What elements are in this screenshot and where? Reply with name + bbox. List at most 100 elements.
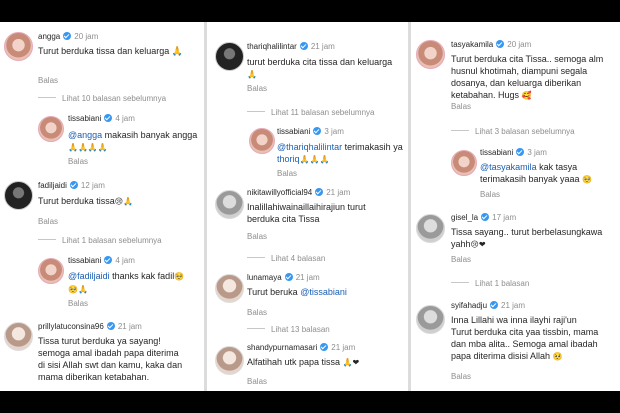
screenshot-frame: angga 20 jam Turut berduka tissa dan kelu…	[0, 22, 620, 391]
timestamp: 3 jam	[324, 127, 344, 136]
view-replies-link[interactable]: Lihat 4 balasan	[247, 254, 325, 263]
timestamp: 21 jam	[501, 301, 526, 310]
avatar[interactable]	[215, 274, 244, 303]
avatar[interactable]	[215, 190, 244, 219]
timestamp: 12 jam	[80, 181, 105, 190]
comment-column-3: tasyakamila 20 jam Turut berduka cita Tis…	[410, 22, 620, 391]
verified-badge-icon	[320, 343, 329, 351]
reply-text: @thariqhalilintar terimakasih ya thoriq🙏🙏…	[277, 142, 403, 164]
mention-link[interactable]: @angga	[68, 130, 102, 140]
comment-text: Turut beruka @tissabiani	[247, 287, 347, 297]
mention-link[interactable]: @fadiljaidi	[68, 271, 110, 281]
mention-link[interactable]: @tasyakamila	[480, 162, 537, 172]
reply-button[interactable]: Balas	[38, 76, 58, 85]
avatar[interactable]	[4, 322, 33, 351]
avatar[interactable]	[215, 42, 244, 71]
username[interactable]: syifahadju	[451, 301, 487, 310]
reply-text: @angga makasih banyak angga 🙏🙏🙏🙏	[68, 130, 198, 152]
username[interactable]: tissabiani	[277, 127, 310, 136]
timestamp: 3 jam	[527, 148, 547, 157]
verified-badge-icon	[315, 188, 324, 196]
username[interactable]: angga	[38, 32, 60, 41]
username[interactable]: tissabiani	[68, 256, 101, 265]
view-replies-link[interactable]: Lihat 3 balasan sebelumnya	[451, 127, 575, 136]
view-replies-link[interactable]: Lihat 13 balasan	[247, 325, 330, 334]
comment-text: Tissa sayang.. turut berbelasungkawa yahh…	[451, 227, 603, 249]
reply-text: @fadiljaidi thanks kak fadil🥺 🥺🙏	[68, 271, 185, 294]
comment-text: Inna Lillahi wa inna ilayhi raji'un Turut…	[451, 315, 599, 361]
verified-badge-icon	[63, 32, 72, 40]
mention-link[interactable]: thoriq	[277, 154, 300, 164]
timestamp: 21 jam	[295, 273, 320, 282]
reply-button[interactable]: Balas	[68, 157, 88, 166]
avatar[interactable]	[38, 258, 64, 284]
verified-badge-icon	[69, 181, 78, 189]
reply-button[interactable]: Balas	[480, 190, 500, 199]
timestamp: 4 jam	[115, 114, 135, 123]
timestamp: 21 jam	[326, 188, 351, 197]
timestamp: 4 jam	[115, 256, 135, 265]
verified-badge-icon	[104, 256, 113, 264]
verified-badge-icon	[299, 42, 308, 50]
avatar[interactable]	[416, 40, 445, 69]
username[interactable]: nikitawillyofficial94	[247, 188, 312, 197]
verified-badge-icon	[481, 213, 490, 221]
timestamp: 20 jam	[507, 40, 532, 49]
view-replies-link[interactable]: Lihat 10 balasan sebelumnya	[38, 94, 166, 103]
username[interactable]: tasyakamila	[451, 40, 493, 49]
comment-column-1: angga 20 jam Turut berduka tissa dan kelu…	[0, 22, 204, 391]
reply-button[interactable]: Balas	[451, 372, 471, 381]
avatar[interactable]	[38, 116, 64, 142]
username[interactable]: thariqhalilintar	[247, 42, 297, 51]
username[interactable]: shandypurnamasari	[247, 343, 317, 352]
verified-badge-icon	[313, 127, 322, 135]
reply-button[interactable]: Balas	[277, 169, 297, 178]
verified-badge-icon	[496, 40, 505, 48]
verified-badge-icon	[106, 322, 115, 330]
verified-badge-icon	[284, 273, 293, 281]
avatar[interactable]	[451, 150, 477, 176]
timestamp: 21 jam	[331, 343, 356, 352]
view-replies-link[interactable]: Lihat 1 balasan	[451, 279, 529, 288]
comment-text: Turut berduka tissa😢🙏	[38, 196, 134, 206]
timestamp: 17 jam	[492, 213, 517, 222]
username[interactable]: prillylatuconsina96	[38, 322, 104, 331]
reply-text: @tasyakamila kak tasya terimakasih banyak…	[480, 162, 593, 184]
comment-text: turut berduka cita tissa dan keluarga 🙏	[247, 57, 393, 79]
username[interactable]: lunamaya	[247, 273, 282, 282]
username[interactable]: tissabiani	[68, 114, 101, 123]
view-replies-link[interactable]: Lihat 11 balasan sebelumnya	[247, 108, 374, 117]
timestamp: 20 jam	[74, 32, 99, 41]
verified-badge-icon	[516, 148, 525, 156]
reply-button[interactable]: Balas	[247, 232, 267, 241]
reply-button[interactable]: Balas	[451, 102, 471, 111]
reply-button[interactable]: Balas	[247, 84, 267, 93]
reply-button[interactable]: Balas	[247, 377, 267, 386]
reply-button[interactable]: Balas	[68, 299, 88, 308]
reply-button[interactable]: Balas	[247, 308, 267, 317]
username[interactable]: gisel_la	[451, 213, 478, 222]
avatar[interactable]	[4, 181, 33, 210]
avatar[interactable]	[215, 346, 244, 375]
username[interactable]: fadiljaidi	[38, 181, 67, 190]
comment-column-2: thariqhalilintar 21 jam turut berduka cit…	[207, 22, 408, 391]
reply-button[interactable]: Balas	[38, 217, 58, 226]
avatar[interactable]	[4, 32, 33, 61]
avatar[interactable]	[249, 128, 275, 154]
username[interactable]: tissabiani	[480, 148, 513, 157]
verified-badge-icon	[104, 114, 113, 122]
view-replies-link[interactable]: Lihat 1 balasan sebelumnya	[38, 236, 162, 245]
comment-text: Alfatihah utk papa tissa 🙏❤	[247, 357, 360, 367]
timestamp: 21 jam	[117, 322, 142, 331]
comment-text: Tissa turut berduka ya sayang! semoga ama…	[38, 336, 183, 382]
mention-link[interactable]: @thariqhalilintar	[277, 142, 342, 152]
comment-text: Turut berduka tissa dan keluarga 🙏	[38, 46, 183, 56]
mention-link[interactable]: @tissabiani	[300, 287, 347, 297]
timestamp: 21 jam	[310, 42, 335, 51]
verified-badge-icon	[490, 301, 499, 309]
reply-button[interactable]: Balas	[451, 255, 471, 264]
comment-text: Turut berduka cita Tissa.. semoga alm hus…	[451, 54, 604, 100]
avatar[interactable]	[416, 214, 445, 243]
avatar[interactable]	[416, 305, 445, 334]
comment-text: Inalillahiwainaillaihirajiun turut berduk…	[247, 202, 366, 224]
